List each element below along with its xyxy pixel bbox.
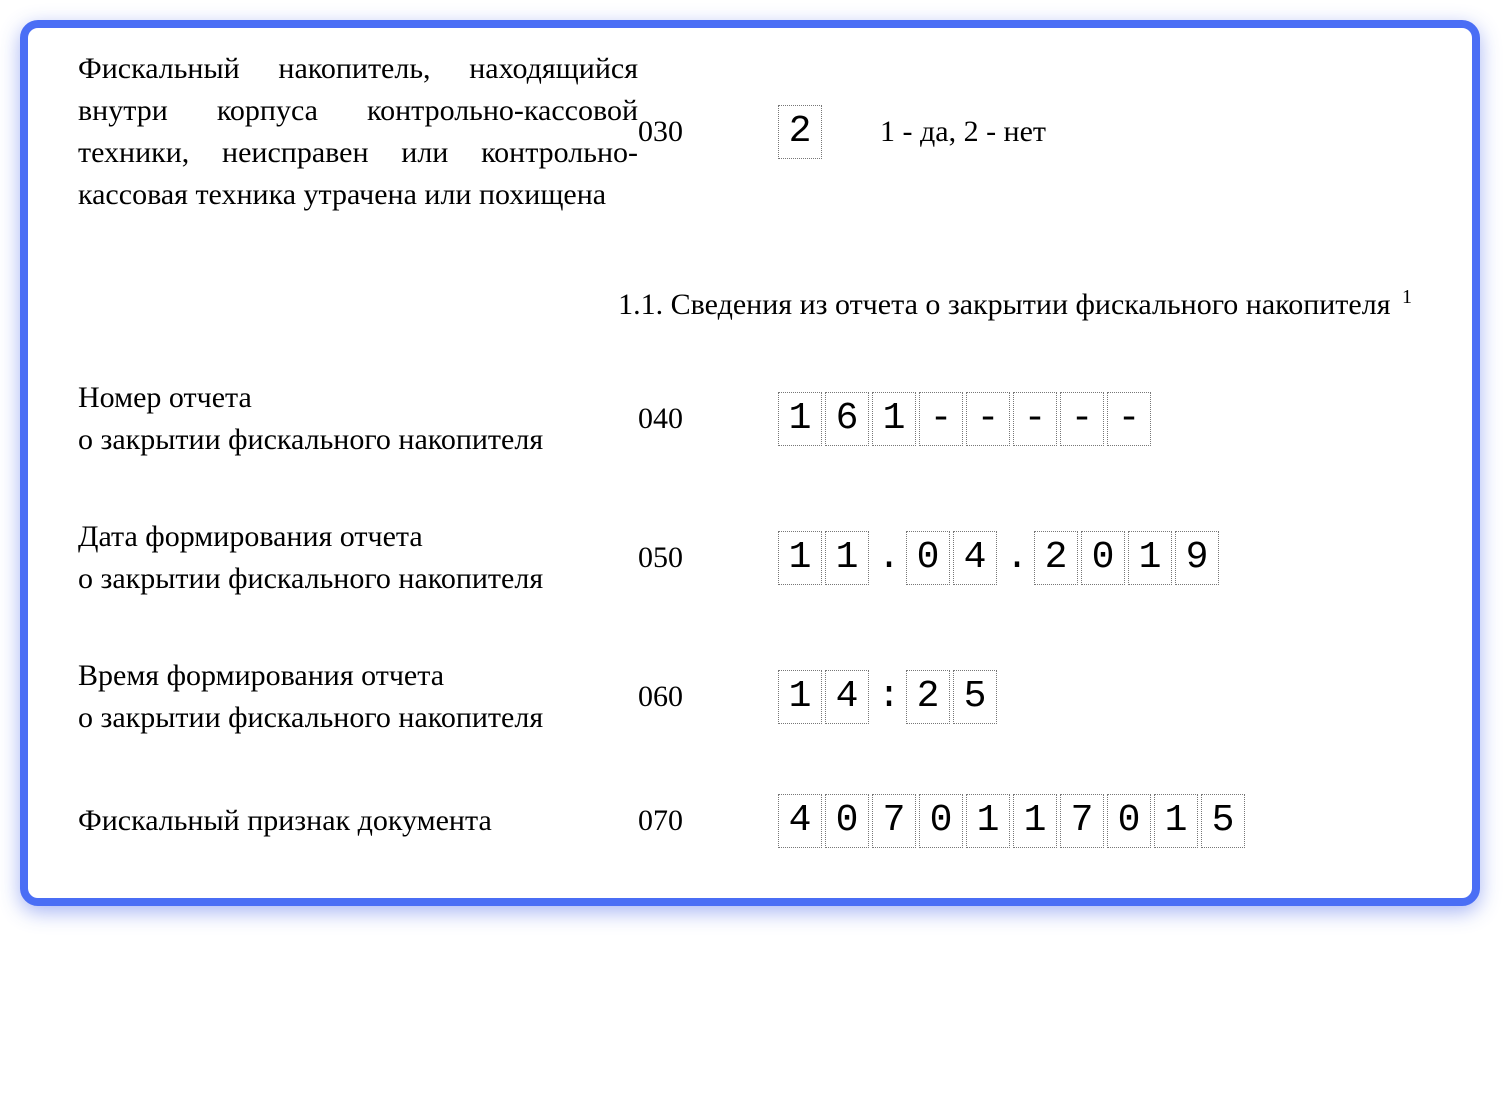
input-cell[interactable]: 2: [1034, 531, 1078, 585]
row-060: Время формирования отчета о закрытии фис…: [78, 655, 1422, 739]
row-040-value: 1 6 1 - - - - -: [778, 392, 1154, 446]
row-040-code: 040: [638, 402, 778, 436]
input-cell[interactable]: -: [966, 392, 1010, 446]
input-cell[interactable]: 1: [825, 531, 869, 585]
row-050-code: 050: [638, 541, 778, 575]
input-cell[interactable]: 5: [953, 670, 997, 724]
input-cell[interactable]: 4: [953, 531, 997, 585]
row-030-code: 030: [638, 115, 778, 149]
input-cell[interactable]: -: [1013, 392, 1057, 446]
row-050-label: Дата формирования отчета о закрытии фиск…: [78, 516, 638, 600]
input-cell[interactable]: 4: [778, 794, 822, 848]
input-cell[interactable]: 0: [906, 531, 950, 585]
row-050-value: 1 1 . 0 4 . 2 0 1 9: [778, 531, 1222, 585]
row-050: Дата формирования отчета о закрытии фиск…: [78, 516, 1422, 600]
input-cell[interactable]: 7: [1060, 794, 1104, 848]
input-cell[interactable]: 0: [1107, 794, 1151, 848]
input-cell[interactable]: 0: [1081, 531, 1125, 585]
input-cell[interactable]: -: [919, 392, 963, 446]
row-070: Фискальный признак документа 070 4 0 7 0…: [78, 794, 1422, 848]
section-title: 1.1. Сведения из отчета о закрытии фиска…: [78, 286, 1422, 322]
input-cell[interactable]: 9: [1175, 531, 1219, 585]
section-title-text: 1.1. Сведения из отчета о закрытии фиска…: [618, 288, 1390, 321]
row-040: Номер отчета о закрытии фискального нако…: [78, 377, 1422, 461]
row-070-label: Фискальный признак документа: [78, 800, 638, 842]
row-070-value: 4 0 7 0 1 1 7 0 1 5: [778, 794, 1248, 848]
input-cell[interactable]: 1: [966, 794, 1010, 848]
row-030-hint: 1 - да, 2 - нет: [880, 115, 1046, 149]
input-cell[interactable]: -: [1060, 392, 1104, 446]
row-040-label: Номер отчета о закрытии фискального нако…: [78, 377, 638, 461]
input-cell[interactable]: 1: [778, 531, 822, 585]
row-030-value: 2 1 - да, 2 - нет: [778, 105, 1046, 159]
input-cell[interactable]: 7: [872, 794, 916, 848]
input-cell[interactable]: 4: [825, 670, 869, 724]
input-cell[interactable]: 6: [825, 392, 869, 446]
input-cell[interactable]: 1: [872, 392, 916, 446]
input-cell[interactable]: 0: [825, 794, 869, 848]
row-030: Фискальный накопитель, находящийся внутр…: [78, 48, 1422, 216]
date-separator: .: [875, 539, 903, 577]
form-frame: Фискальный накопитель, находящийся внутр…: [20, 20, 1480, 906]
date-separator: .: [1003, 539, 1031, 577]
row-060-label: Время формирования отчета о закрытии фис…: [78, 655, 638, 739]
input-cell[interactable]: 1: [778, 392, 822, 446]
row-060-code: 060: [638, 680, 778, 714]
input-cell[interactable]: 2: [906, 670, 950, 724]
row-030-label: Фискальный накопитель, находящийся внутр…: [78, 48, 638, 216]
input-cell[interactable]: 1: [778, 670, 822, 724]
input-cell[interactable]: 1: [1154, 794, 1198, 848]
input-cell[interactable]: 0: [919, 794, 963, 848]
input-cell[interactable]: 1: [1128, 531, 1172, 585]
time-separator: :: [875, 678, 903, 716]
row-070-code: 070: [638, 804, 778, 838]
row-060-value: 1 4 : 2 5: [778, 670, 1000, 724]
section-title-footnote: 1: [1402, 286, 1412, 308]
input-cell[interactable]: 1: [1013, 794, 1057, 848]
input-cell[interactable]: -: [1107, 392, 1151, 446]
input-cell[interactable]: 5: [1201, 794, 1245, 848]
input-cell[interactable]: 2: [778, 105, 822, 159]
